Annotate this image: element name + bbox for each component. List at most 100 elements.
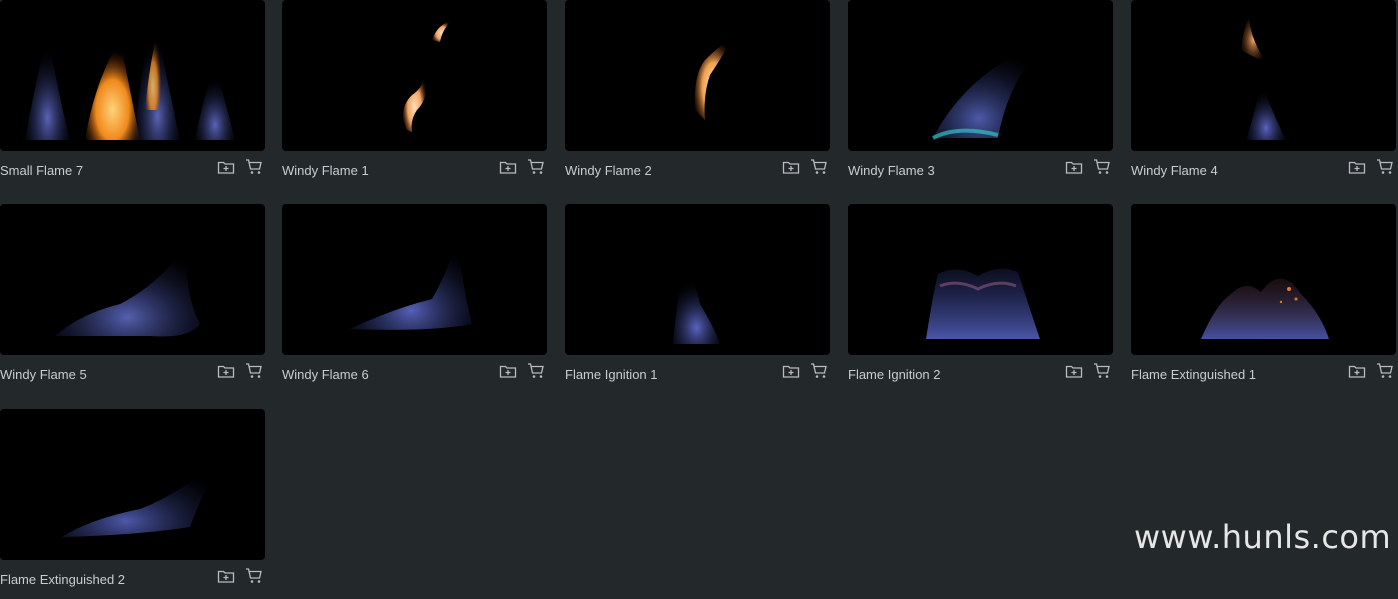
asset-title: Windy Flame 2 <box>565 163 652 178</box>
asset-title: Flame Extinguished 2 <box>0 572 126 587</box>
add-to-cart-button[interactable] <box>809 157 829 177</box>
asset-title: Flame Ignition 2 <box>848 367 941 382</box>
folder-plus-icon <box>1348 365 1366 378</box>
asset-card: Small Flame 7 <box>0 0 265 190</box>
asset-actions <box>498 361 546 381</box>
asset-title: Windy Flame 3 <box>848 163 935 178</box>
asset-thumbnail[interactable] <box>0 409 265 560</box>
asset-actions <box>1347 157 1395 177</box>
add-to-cart-button[interactable] <box>244 566 264 586</box>
add-to-collection-button[interactable] <box>498 157 518 177</box>
flame-preview <box>673 278 720 344</box>
add-to-cart-button[interactable] <box>526 361 546 381</box>
add-to-cart-button[interactable] <box>244 157 264 177</box>
add-to-collection-button[interactable] <box>216 566 236 586</box>
add-to-cart-button[interactable] <box>1375 361 1395 381</box>
add-to-collection-button[interactable] <box>1064 361 1084 381</box>
cart-icon <box>1094 159 1110 174</box>
flame-preview <box>25 20 235 140</box>
flame-preview <box>62 457 222 537</box>
folder-plus-icon <box>782 161 800 174</box>
asset-actions <box>1347 361 1395 381</box>
folder-plus-icon <box>782 365 800 378</box>
flame-preview <box>350 234 472 330</box>
asset-actions <box>498 157 546 177</box>
asset-title: Windy Flame 5 <box>0 367 87 382</box>
asset-thumbnail[interactable] <box>0 204 265 355</box>
add-to-collection-button[interactable] <box>216 157 236 177</box>
folder-plus-icon <box>499 161 517 174</box>
folder-plus-icon <box>1065 161 1083 174</box>
asset-card: Flame Extinguished 1 <box>1131 204 1396 394</box>
asset-card: Windy Flame 1 <box>282 0 547 190</box>
folder-plus-icon <box>499 365 517 378</box>
asset-card: Windy Flame 3 <box>848 0 1113 190</box>
add-to-collection-button[interactable] <box>781 157 801 177</box>
asset-title: Flame Extinguished 1 <box>1131 367 1257 382</box>
add-to-collection-button[interactable] <box>498 361 518 381</box>
asset-title: Windy Flame 6 <box>282 367 369 382</box>
asset-actions <box>216 361 264 381</box>
asset-thumbnail[interactable] <box>848 0 1113 151</box>
asset-actions <box>781 157 829 177</box>
add-to-cart-button[interactable] <box>809 361 829 381</box>
folder-plus-icon <box>217 365 235 378</box>
add-to-cart-button[interactable] <box>1092 361 1112 381</box>
asset-card: Flame Ignition 1 <box>565 204 830 394</box>
flame-preview <box>694 38 733 120</box>
asset-actions <box>216 157 264 177</box>
asset-card: Windy Flame 2 <box>565 0 830 190</box>
add-to-collection-button[interactable] <box>1064 157 1084 177</box>
flame-preview <box>932 40 1048 140</box>
add-to-collection-button[interactable] <box>781 361 801 381</box>
flame-preview <box>403 20 452 132</box>
folder-plus-icon <box>1065 365 1083 378</box>
cart-icon <box>246 159 262 174</box>
asset-title: Flame Ignition 1 <box>565 367 658 382</box>
asset-card: Flame Ignition 2 <box>848 204 1113 394</box>
asset-card: Windy Flame 6 <box>282 204 547 394</box>
add-to-cart-button[interactable] <box>244 361 264 381</box>
asset-actions <box>781 361 829 381</box>
asset-card: Flame Extinguished 2 <box>0 409 265 599</box>
cart-icon <box>1377 159 1393 174</box>
asset-thumbnail[interactable] <box>848 204 1113 355</box>
flame-preview <box>926 268 1040 339</box>
asset-title: Windy Flame 1 <box>282 163 369 178</box>
add-to-collection-button[interactable] <box>216 361 236 381</box>
asset-thumbnail[interactable] <box>565 0 830 151</box>
watermark: www.hunls.com <box>1134 518 1392 556</box>
asset-actions <box>1064 361 1112 381</box>
add-to-cart-button[interactable] <box>526 157 546 177</box>
asset-thumbnail[interactable] <box>1131 0 1396 151</box>
add-to-cart-button[interactable] <box>1092 157 1112 177</box>
folder-plus-icon <box>217 161 235 174</box>
asset-thumbnail[interactable] <box>565 204 830 355</box>
asset-card: Windy Flame 4 <box>1131 0 1396 190</box>
asset-thumbnail[interactable] <box>282 0 547 151</box>
asset-grid: Small Flame 7 Windy Flame 1 Windy Flame … <box>0 0 1398 593</box>
add-to-collection-button[interactable] <box>1347 157 1367 177</box>
flame-preview <box>55 239 200 337</box>
flame-preview <box>1241 18 1286 140</box>
cart-icon <box>811 363 827 378</box>
asset-actions <box>1064 157 1112 177</box>
asset-actions <box>216 566 264 586</box>
add-to-cart-button[interactable] <box>1375 157 1395 177</box>
asset-thumbnail[interactable] <box>1131 204 1396 355</box>
asset-thumbnail[interactable] <box>282 204 547 355</box>
cart-icon <box>528 363 544 378</box>
folder-plus-icon <box>1348 161 1366 174</box>
flame-preview <box>1201 278 1329 339</box>
asset-title: Small Flame 7 <box>0 163 84 178</box>
cart-icon <box>246 568 262 583</box>
cart-icon <box>246 363 262 378</box>
asset-card: Windy Flame 5 <box>0 204 265 394</box>
cart-icon <box>1094 363 1110 378</box>
asset-thumbnail[interactable] <box>0 0 265 151</box>
cart-icon <box>811 159 827 174</box>
asset-title: Windy Flame 4 <box>1131 163 1218 178</box>
cart-icon <box>528 159 544 174</box>
add-to-collection-button[interactable] <box>1347 361 1367 381</box>
cart-icon <box>1377 363 1393 378</box>
